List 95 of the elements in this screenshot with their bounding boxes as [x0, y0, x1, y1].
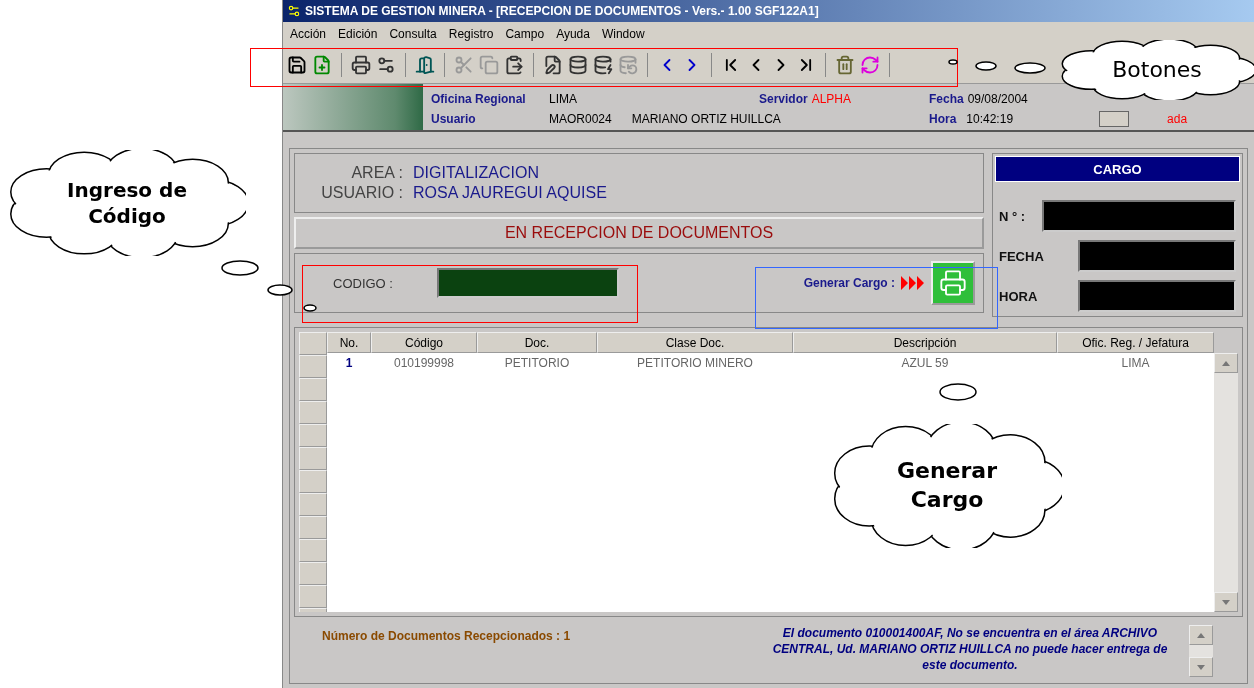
column-header[interactable]: Descripción [793, 332, 1057, 353]
column-header[interactable]: Código [371, 332, 477, 353]
code-input-field[interactable] [437, 268, 619, 298]
up-arrow-icon [1222, 360, 1230, 366]
table-cell-text: 1 [344, 356, 354, 370]
scroll-down-button[interactable] [1214, 592, 1238, 612]
field-value: MARIANO ORTIZ HUILLCA [631, 112, 781, 126]
menu-item[interactable]: Acción [285, 27, 332, 41]
field-label: Hora [929, 112, 957, 126]
row-selector[interactable] [299, 470, 327, 493]
input-field[interactable] [1078, 280, 1236, 312]
table-cell-text: PETITORIO [503, 356, 571, 370]
row-selector[interactable] [299, 539, 327, 562]
field-label: CODIGO : [333, 275, 394, 291]
table-cell-text: LIMA [1120, 356, 1151, 370]
callout-text: Ingreso de Código [67, 177, 187, 229]
scroll-up-button[interactable] [1214, 353, 1238, 373]
field-label: USUARIO : [320, 184, 403, 202]
row-selector[interactable] [299, 401, 327, 424]
status-text: ada [1167, 112, 1188, 126]
trash-icon[interactable] [835, 54, 855, 75]
callout-text: Generar Cargo [896, 457, 998, 514]
column-header[interactable]: Ofic. Reg. / Jefatura [1057, 332, 1214, 353]
menu-item[interactable]: Consulta [384, 27, 442, 41]
thought-bubble [948, 59, 958, 65]
table-cell-text: 010199998 [392, 356, 456, 370]
menu-item[interactable]: Campo [500, 27, 550, 41]
thought-bubble [267, 284, 293, 296]
menu-item[interactable]: Ayuda [551, 27, 595, 41]
message-text: El documento 010001400AF, No se encuentra en el área ARCHIVO CENTRAL, Ud. MARIANO ORTIZ HUILLCA no puede hacer entrega de este documento. [771, 625, 1169, 673]
field-value: LIMA [549, 92, 578, 106]
scrollbar[interactable] [1189, 625, 1213, 677]
paste-icon[interactable] [504, 54, 524, 75]
down-arrow-icon [1222, 599, 1230, 605]
field-label: Usuario [431, 112, 477, 126]
field-value: MAOR0024 [549, 112, 612, 126]
field-label: AREA : [350, 164, 403, 182]
status-banner: EN RECEPCION DE DOCUMENTOS [294, 217, 984, 249]
field-label: Fecha [929, 92, 964, 106]
field-value: 10:42:19 [966, 112, 1014, 126]
column-header[interactable]: Doc. [477, 332, 597, 353]
row-selector[interactable] [299, 516, 327, 539]
row-selector[interactable] [299, 424, 327, 447]
field-label: Oficina Regional [431, 92, 527, 106]
table-cell-text: PETITORIO MINERO [636, 356, 754, 370]
field-label: N ° : [999, 208, 1026, 224]
field-value: ROSA JAUREGUI AQUISE [413, 184, 607, 202]
scroll-down-button[interactable] [1189, 657, 1213, 677]
field-value: ALPHA [811, 92, 852, 106]
printer-icon[interactable] [351, 54, 371, 75]
down-arrow-icon [1197, 664, 1205, 670]
row-selector[interactable] [299, 585, 327, 608]
printer-icon [939, 269, 967, 297]
refresh-icon[interactable] [860, 54, 880, 75]
field-label: Generar Cargo : [803, 276, 895, 290]
checkbox[interactable] [1099, 111, 1130, 127]
field-label: FECHA [999, 248, 1044, 264]
menu-item[interactable]: Window [596, 27, 650, 41]
field-value: 09/08/2004 [967, 92, 1028, 106]
exit-door-icon[interactable] [415, 54, 435, 75]
row-selector[interactable] [299, 355, 327, 378]
app-icon [287, 4, 301, 18]
row-selector[interactable] [299, 332, 327, 355]
field-value: DIGITALIZACION [413, 164, 539, 182]
up-arrow-icon [1197, 632, 1205, 638]
panel-title: CARGO [995, 156, 1240, 182]
menu-item[interactable]: Registro [443, 27, 499, 41]
save-icon[interactable] [287, 54, 307, 75]
edit-document-icon[interactable] [543, 54, 563, 75]
scrollbar[interactable] [1214, 353, 1238, 612]
input-field[interactable] [1078, 240, 1236, 272]
table-cell-text: AZUL 59 [900, 356, 950, 370]
field-label: HORA [999, 288, 1038, 304]
database-query-icon[interactable] [568, 54, 588, 75]
thought-bubble [1014, 62, 1046, 74]
field-label: Servidor [759, 92, 808, 106]
column-header[interactable]: No. [327, 332, 371, 353]
thought-bubble [939, 383, 977, 401]
callout-text: Botones [1112, 55, 1202, 84]
scroll-up-button[interactable] [1189, 625, 1213, 645]
thought-bubble [975, 61, 997, 71]
row-selector[interactable] [299, 447, 327, 470]
row-selector[interactable] [299, 562, 327, 585]
column-header[interactable]: Clase Doc. [597, 332, 793, 353]
generate-button[interactable] [931, 261, 975, 305]
triple-arrow-icon [901, 276, 925, 290]
thought-bubble [303, 304, 317, 312]
menu-item[interactable]: Edición [333, 27, 383, 41]
new-file-icon[interactable] [312, 54, 332, 75]
input-field[interactable] [1042, 200, 1236, 232]
row-selector[interactable] [299, 378, 327, 401]
window-title-text: SISTEMA DE GESTION MINERA - [RECEPCION DE DOCUMENTOS - Vers.- 1.00 SGF122A1] [305, 4, 819, 18]
thought-bubble [221, 260, 259, 276]
document-count: Número de Documentos Recepcionados : 1 [322, 629, 571, 643]
row-selector[interactable] [299, 493, 327, 516]
